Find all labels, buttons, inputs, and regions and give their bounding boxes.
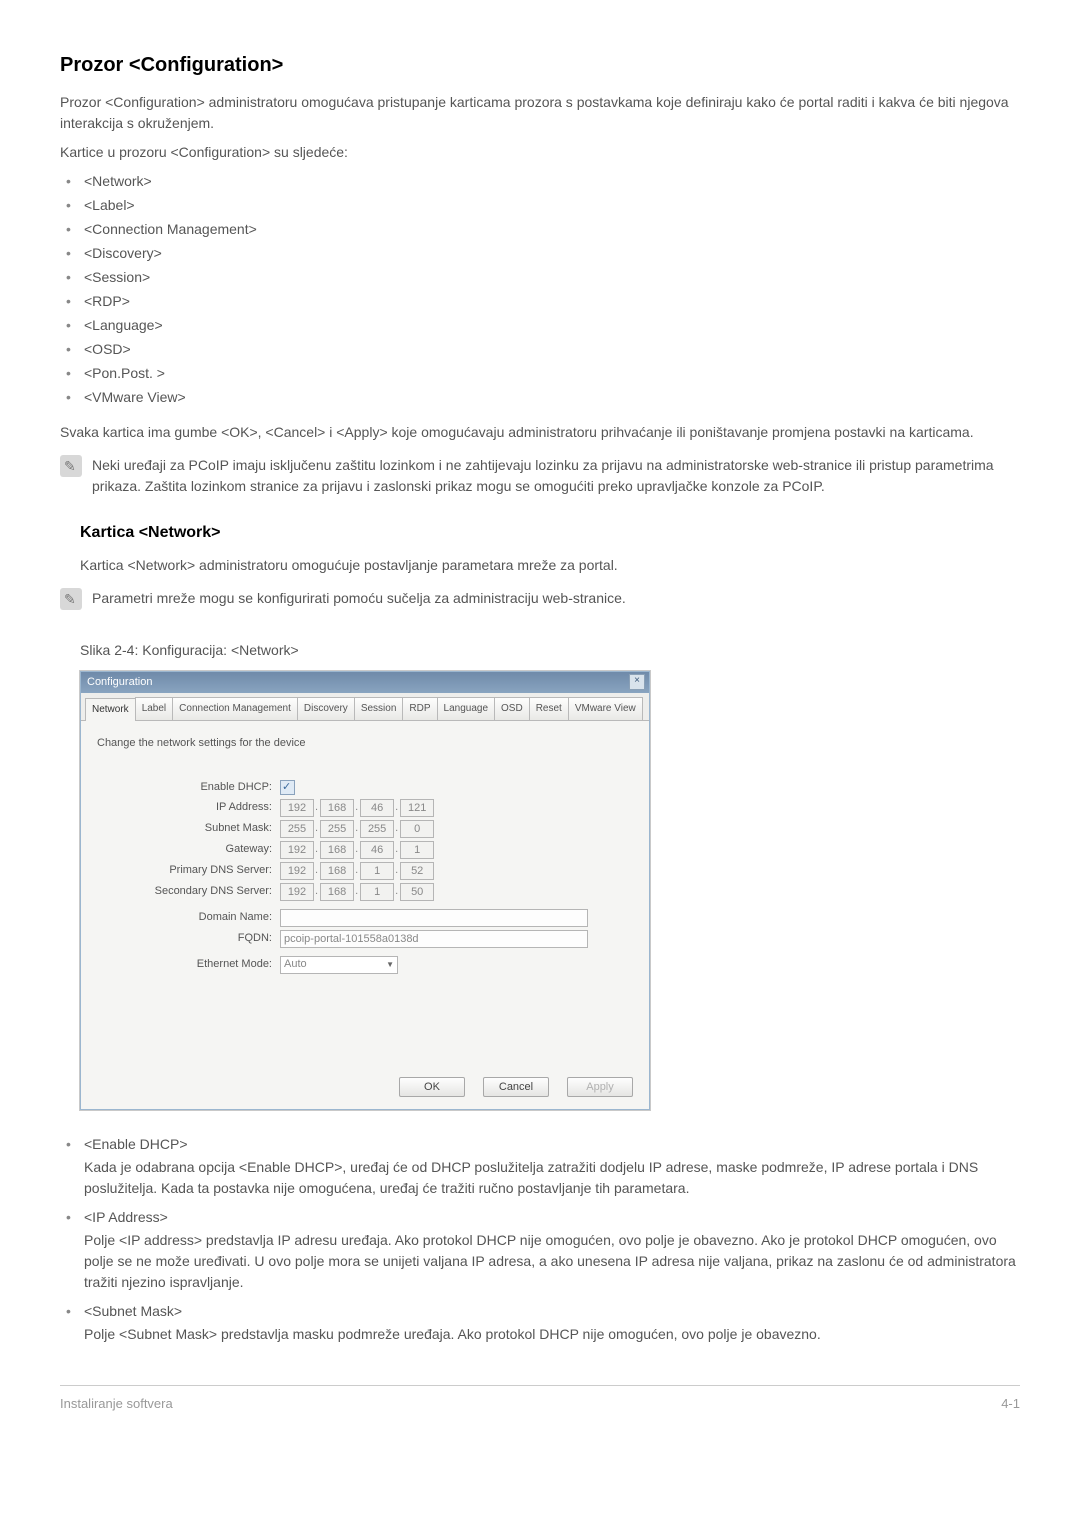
ethernet-mode-select[interactable]: Auto ▼: [280, 956, 398, 974]
list-item: <Network>: [60, 171, 1020, 192]
ok-button[interactable]: OK: [399, 1077, 465, 1097]
section-network-paragraph: Kartica <Network> administratoru omoguću…: [80, 555, 1020, 576]
enable-dhcp-checkbox[interactable]: [280, 780, 295, 795]
list-item: <Subnet Mask> Polje <Subnet Mask> predst…: [60, 1301, 1020, 1345]
after-tabs-paragraph: Svaka kartica ima gumbe <OK>, <Cancel> i…: [60, 422, 1020, 443]
fqdn-field[interactable]: pcoip-portal-101558a0138d: [280, 930, 588, 948]
close-icon[interactable]: ×: [629, 674, 645, 690]
dialog-titlebar: Configuration ×: [81, 672, 649, 693]
footer-right: 4-1: [1001, 1394, 1020, 1414]
label-fqdn: FQDN:: [97, 930, 280, 947]
label-primary-dns: Primary DNS Server:: [97, 862, 280, 879]
ethernet-mode-value: Auto: [284, 956, 307, 973]
tab-label[interactable]: Label: [135, 697, 173, 720]
ip-octet[interactable]: 121: [400, 799, 434, 817]
pdns-octet[interactable]: 192: [280, 862, 314, 880]
footer-left: Instaliranje softvera: [60, 1394, 173, 1414]
list-item: <OSD>: [60, 339, 1020, 360]
ip-octet[interactable]: 168: [320, 799, 354, 817]
list-item: <Connection Management>: [60, 219, 1020, 240]
page-footer: Instaliranje softvera 4-1: [60, 1385, 1020, 1414]
pdns-octet[interactable]: 168: [320, 862, 354, 880]
dialog-title: Configuration: [87, 674, 152, 691]
subnet-octet[interactable]: 255: [360, 820, 394, 838]
pdns-octet[interactable]: 1: [360, 862, 394, 880]
tab-language[interactable]: Language: [437, 697, 496, 720]
list-item: <Discovery>: [60, 243, 1020, 264]
detail-term: <Subnet Mask>: [84, 1301, 1020, 1322]
tab-osd[interactable]: OSD: [494, 697, 530, 720]
label-gateway: Gateway:: [97, 841, 280, 858]
tab-session[interactable]: Session: [354, 697, 404, 720]
tab-network[interactable]: Network: [85, 698, 136, 721]
list-item: <Enable DHCP> Kada je odabrana opcija <E…: [60, 1134, 1020, 1199]
note-block: Parametri mreže mogu se konfigurirati po…: [60, 588, 1020, 610]
list-item: <RDP>: [60, 291, 1020, 312]
detail-desc: Polje <IP address> predstavlja IP adresu…: [84, 1230, 1020, 1293]
sdns-octet[interactable]: 50: [400, 883, 434, 901]
tab-discovery[interactable]: Discovery: [297, 697, 355, 720]
note-text: Neki uređaji za PCoIP imaju isključenu z…: [92, 455, 1020, 497]
tab-rdp[interactable]: RDP: [402, 697, 437, 720]
label-ethernet-mode: Ethernet Mode:: [97, 956, 280, 973]
sdns-octet[interactable]: 168: [320, 883, 354, 901]
gateway-octet[interactable]: 168: [320, 841, 354, 859]
figure-caption: Slika 2-4: Konfiguracija: <Network>: [80, 640, 1020, 661]
detail-term: <Enable DHCP>: [84, 1134, 1020, 1155]
intro-paragraph-1: Prozor <Configuration> administratoru om…: [60, 92, 1020, 134]
section-network-title: Kartica <Network>: [80, 521, 1020, 545]
pdns-octet[interactable]: 52: [400, 862, 434, 880]
list-item: <Language>: [60, 315, 1020, 336]
sdns-octet[interactable]: 1: [360, 883, 394, 901]
detail-term: <IP Address>: [84, 1207, 1020, 1228]
gateway-octet[interactable]: 1: [400, 841, 434, 859]
note-text: Parametri mreže mogu se konfigurirati po…: [92, 588, 1020, 609]
label-ip-address: IP Address:: [97, 799, 280, 816]
dialog-tabstrip: Network Label Connection Management Disc…: [81, 693, 649, 721]
label-enable-dhcp: Enable DHCP:: [97, 779, 280, 796]
list-item: <Pon.Post. >: [60, 363, 1020, 384]
dialog-subheading: Change the network settings for the devi…: [97, 735, 633, 752]
tab-reset[interactable]: Reset: [529, 697, 569, 720]
cancel-button[interactable]: Cancel: [483, 1077, 549, 1097]
subnet-octet[interactable]: 0: [400, 820, 434, 838]
list-item: <VMware View>: [60, 387, 1020, 408]
apply-button[interactable]: Apply: [567, 1077, 633, 1097]
detail-desc: Kada je odabrana opcija <Enable DHCP>, u…: [84, 1157, 1020, 1199]
ip-octet[interactable]: 192: [280, 799, 314, 817]
ip-octet[interactable]: 46: [360, 799, 394, 817]
subnet-octet[interactable]: 255: [320, 820, 354, 838]
gateway-octet[interactable]: 46: [360, 841, 394, 859]
list-item: <Label>: [60, 195, 1020, 216]
configuration-dialog: Configuration × Network Label Connection…: [80, 671, 650, 1110]
sdns-octet[interactable]: 192: [280, 883, 314, 901]
label-subnet-mask: Subnet Mask:: [97, 820, 280, 837]
tab-connection-management[interactable]: Connection Management: [172, 697, 298, 720]
field-descriptions: <Enable DHCP> Kada je odabrana opcija <E…: [60, 1134, 1020, 1345]
tab-vmware-view[interactable]: VMware View: [568, 697, 643, 720]
label-domain-name: Domain Name:: [97, 909, 280, 926]
domain-name-field[interactable]: [280, 909, 588, 927]
note-icon: [60, 455, 82, 477]
note-icon: [60, 588, 82, 610]
chevron-down-icon: ▼: [386, 959, 394, 971]
label-secondary-dns: Secondary DNS Server:: [97, 883, 280, 900]
list-item: <Session>: [60, 267, 1020, 288]
detail-desc: Polje <Subnet Mask> predstavlja masku po…: [84, 1324, 1020, 1345]
list-item: <IP Address> Polje <IP address> predstav…: [60, 1207, 1020, 1293]
gateway-octet[interactable]: 192: [280, 841, 314, 859]
intro-paragraph-2: Kartice u prozoru <Configuration> su slj…: [60, 142, 1020, 163]
config-tabs-list: <Network> <Label> <Connection Management…: [60, 171, 1020, 408]
page-title: Prozor <Configuration>: [60, 50, 1020, 80]
note-block: Neki uređaji za PCoIP imaju isključenu z…: [60, 455, 1020, 497]
subnet-octet[interactable]: 255: [280, 820, 314, 838]
